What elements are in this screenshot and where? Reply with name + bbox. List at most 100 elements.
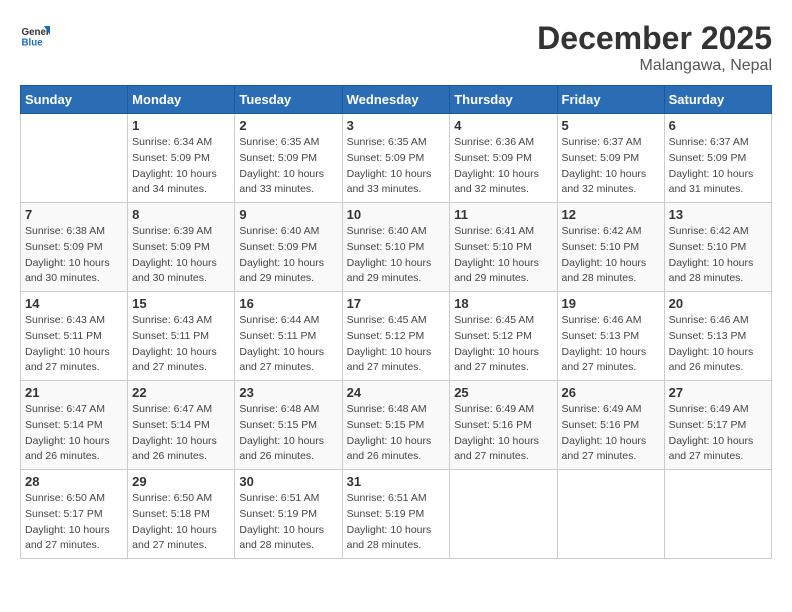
day-number: 8 (132, 207, 230, 222)
day-info: Sunrise: 6:42 AMSunset: 5:10 PMDaylight:… (562, 224, 660, 287)
location-title: Malangawa, Nepal (537, 57, 772, 75)
day-cell (557, 470, 664, 559)
day-info: Sunrise: 6:49 AMSunset: 5:16 PMDaylight:… (562, 402, 660, 465)
day-cell: 16 Sunrise: 6:44 AMSunset: 5:11 PMDayligh… (235, 292, 342, 381)
day-number: 28 (25, 474, 123, 489)
day-number: 1 (132, 118, 230, 133)
day-number: 12 (562, 207, 660, 222)
day-number: 7 (25, 207, 123, 222)
day-info: Sunrise: 6:50 AMSunset: 5:17 PMDaylight:… (25, 491, 123, 554)
day-cell: 21 Sunrise: 6:47 AMSunset: 5:14 PMDayligh… (21, 381, 128, 470)
day-number: 15 (132, 296, 230, 311)
day-cell: 5Sunrise: 6:37 AMSunset: 5:09 PMDaylight… (557, 114, 664, 203)
day-info: Sunrise: 6:46 AMSunset: 5:13 PMDaylight:… (669, 313, 767, 376)
day-info: Sunrise: 6:50 AMSunset: 5:18 PMDaylight:… (132, 491, 230, 554)
day-number: 6 (669, 118, 767, 133)
day-cell: 13 Sunrise: 6:42 AMSunset: 5:10 PMDayligh… (664, 203, 771, 292)
day-info: Sunrise: 6:34 AMSunset: 5:09 PMDaylight:… (132, 135, 230, 198)
header-day-sunday: Sunday (21, 86, 128, 114)
day-cell: 20 Sunrise: 6:46 AMSunset: 5:13 PMDayligh… (664, 292, 771, 381)
day-number: 31 (347, 474, 446, 489)
day-info: Sunrise: 6:35 AMSunset: 5:09 PMDaylight:… (347, 135, 446, 198)
day-info: Sunrise: 6:48 AMSunset: 5:15 PMDaylight:… (239, 402, 337, 465)
day-info: Sunrise: 6:49 AMSunset: 5:17 PMDaylight:… (669, 402, 767, 465)
day-info: Sunrise: 6:48 AMSunset: 5:15 PMDaylight:… (347, 402, 446, 465)
day-cell (450, 470, 557, 559)
header-day-monday: Monday (128, 86, 235, 114)
day-info: Sunrise: 6:45 AMSunset: 5:12 PMDaylight:… (347, 313, 446, 376)
day-info: Sunrise: 6:51 AMSunset: 5:19 PMDaylight:… (347, 491, 446, 554)
day-cell: 9 Sunrise: 6:40 AMSunset: 5:09 PMDaylight… (235, 203, 342, 292)
day-number: 23 (239, 385, 337, 400)
day-info: Sunrise: 6:38 AMSunset: 5:09 PMDaylight:… (25, 224, 123, 287)
day-info: Sunrise: 6:45 AMSunset: 5:12 PMDaylight:… (454, 313, 552, 376)
day-number: 5 (562, 118, 660, 133)
day-cell: 24 Sunrise: 6:48 AMSunset: 5:15 PMDayligh… (342, 381, 450, 470)
day-cell: 6Sunrise: 6:37 AMSunset: 5:09 PMDaylight… (664, 114, 771, 203)
week-row-1: 1 Sunrise: 6:34 AMSunset: 5:09 PMDaylight… (21, 114, 772, 203)
day-cell: 2 Sunrise: 6:35 AMSunset: 5:09 PMDaylight… (235, 114, 342, 203)
day-info: Sunrise: 6:40 AMSunset: 5:10 PMDaylight:… (347, 224, 446, 287)
day-info: Sunrise: 6:43 AMSunset: 5:11 PMDaylight:… (25, 313, 123, 376)
day-number: 18 (454, 296, 552, 311)
day-cell: 27 Sunrise: 6:49 AMSunset: 5:17 PMDayligh… (664, 381, 771, 470)
day-number: 2 (239, 118, 337, 133)
day-cell: 25Sunrise: 6:49 AMSunset: 5:16 PMDayligh… (450, 381, 557, 470)
day-cell (21, 114, 128, 203)
day-cell (664, 470, 771, 559)
week-row-2: 7 Sunrise: 6:38 AMSunset: 5:09 PMDaylight… (21, 203, 772, 292)
day-number: 30 (239, 474, 337, 489)
day-number: 20 (669, 296, 767, 311)
day-number: 16 (239, 296, 337, 311)
day-info: Sunrise: 6:51 AMSunset: 5:19 PMDaylight:… (239, 491, 337, 554)
day-cell: 23 Sunrise: 6:48 AMSunset: 5:15 PMDayligh… (235, 381, 342, 470)
day-number: 4 (454, 118, 552, 133)
day-info: Sunrise: 6:47 AMSunset: 5:14 PMDaylight:… (25, 402, 123, 465)
day-cell: 22 Sunrise: 6:47 AMSunset: 5:14 PMDayligh… (128, 381, 235, 470)
day-cell: 10Sunrise: 6:40 AMSunset: 5:10 PMDayligh… (342, 203, 450, 292)
day-number: 26 (562, 385, 660, 400)
day-number: 11 (454, 207, 552, 222)
day-number: 24 (347, 385, 446, 400)
day-cell: 17Sunrise: 6:45 AMSunset: 5:12 PMDayligh… (342, 292, 450, 381)
day-cell: 3 Sunrise: 6:35 AMSunset: 5:09 PMDaylight… (342, 114, 450, 203)
day-number: 22 (132, 385, 230, 400)
svg-text:Blue: Blue (22, 38, 44, 49)
logo-icon: General Blue (20, 20, 50, 50)
week-row-5: 28 Sunrise: 6:50 AMSunset: 5:17 PMDayligh… (21, 470, 772, 559)
header-day-wednesday: Wednesday (342, 86, 450, 114)
day-number: 29 (132, 474, 230, 489)
title-area: December 2025 Malangawa, Nepal (537, 20, 772, 75)
day-info: Sunrise: 6:42 AMSunset: 5:10 PMDaylight:… (669, 224, 767, 287)
day-number: 14 (25, 296, 123, 311)
day-cell: 29 Sunrise: 6:50 AMSunset: 5:18 PMDayligh… (128, 470, 235, 559)
week-row-4: 21 Sunrise: 6:47 AMSunset: 5:14 PMDayligh… (21, 381, 772, 470)
header: General Blue December 2025 Malangawa, Ne… (20, 20, 772, 75)
day-cell: 28 Sunrise: 6:50 AMSunset: 5:17 PMDayligh… (21, 470, 128, 559)
header-day-saturday: Saturday (664, 86, 771, 114)
day-number: 9 (239, 207, 337, 222)
day-cell: 30 Sunrise: 6:51 AMSunset: 5:19 PMDayligh… (235, 470, 342, 559)
month-title: December 2025 (537, 20, 772, 57)
day-cell: 15 Sunrise: 6:43 AMSunset: 5:11 PMDayligh… (128, 292, 235, 381)
day-number: 19 (562, 296, 660, 311)
day-info: Sunrise: 6:43 AMSunset: 5:11 PMDaylight:… (132, 313, 230, 376)
day-cell: 1 Sunrise: 6:34 AMSunset: 5:09 PMDaylight… (128, 114, 235, 203)
header-day-friday: Friday (557, 86, 664, 114)
day-number: 27 (669, 385, 767, 400)
day-number: 21 (25, 385, 123, 400)
day-info: Sunrise: 6:46 AMSunset: 5:13 PMDaylight:… (562, 313, 660, 376)
day-cell: 18 Sunrise: 6:45 AMSunset: 5:12 PMDayligh… (450, 292, 557, 381)
day-info: Sunrise: 6:40 AMSunset: 5:09 PMDaylight:… (239, 224, 337, 287)
day-cell: 31 Sunrise: 6:51 AMSunset: 5:19 PMDayligh… (342, 470, 450, 559)
day-number: 13 (669, 207, 767, 222)
day-cell: 12 Sunrise: 6:42 AMSunset: 5:10 PMDayligh… (557, 203, 664, 292)
day-cell: 26 Sunrise: 6:49 AMSunset: 5:16 PMDayligh… (557, 381, 664, 470)
week-row-3: 14 Sunrise: 6:43 AMSunset: 5:11 PMDayligh… (21, 292, 772, 381)
day-info: Sunrise: 6:47 AMSunset: 5:14 PMDaylight:… (132, 402, 230, 465)
svg-text:General: General (22, 27, 51, 38)
day-number: 3 (347, 118, 446, 133)
day-info: Sunrise: 6:35 AMSunset: 5:09 PMDaylight:… (239, 135, 337, 198)
day-cell: 8Sunrise: 6:39 AMSunset: 5:09 PMDaylight… (128, 203, 235, 292)
day-info: Sunrise: 6:44 AMSunset: 5:11 PMDaylight:… (239, 313, 337, 376)
